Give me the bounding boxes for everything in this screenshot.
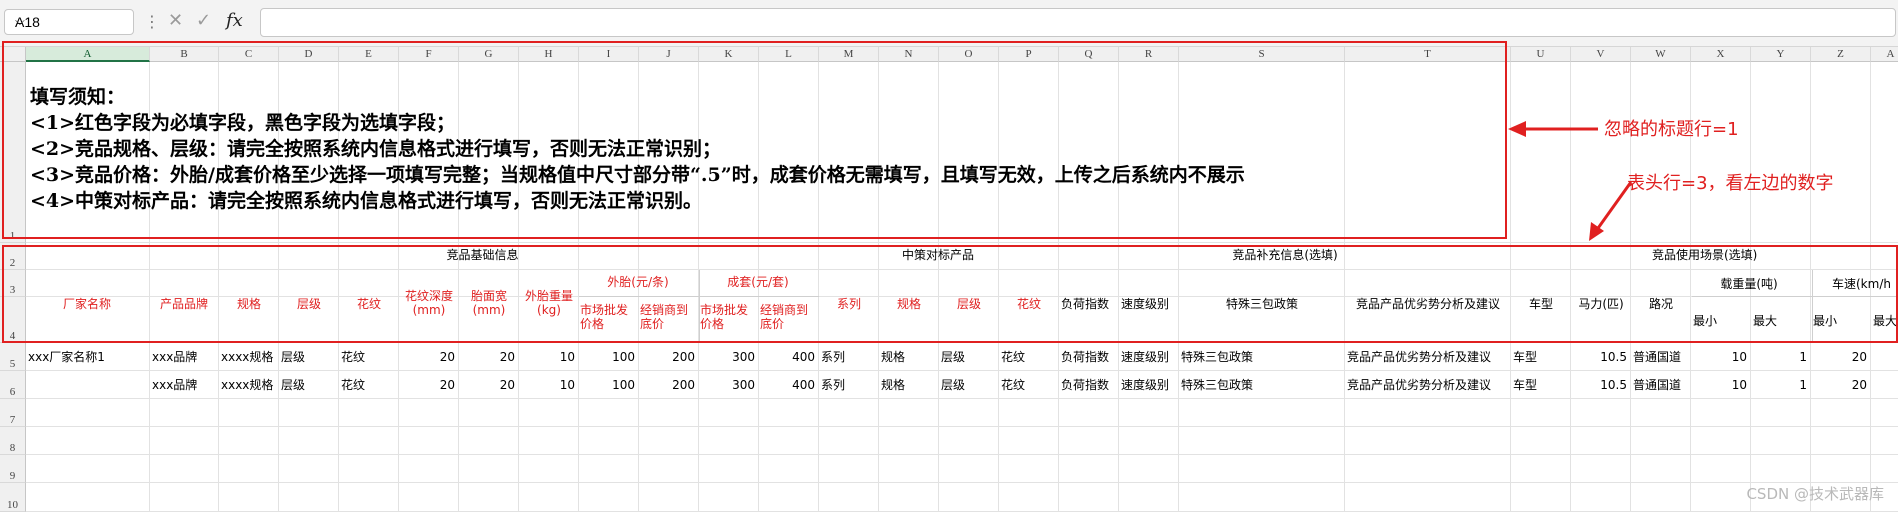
arrow-head-left (1508, 121, 1526, 137)
arrow-line-down (1594, 181, 1633, 232)
annotation-header-row: 表头行=3，看左边的数字 (1627, 173, 1834, 194)
annotation-arrows (1508, 121, 1633, 241)
annotation-ignored-title: 忽略的标题行=1 (1604, 119, 1739, 140)
watermark: CSDN @技术武器库 (1746, 485, 1884, 503)
